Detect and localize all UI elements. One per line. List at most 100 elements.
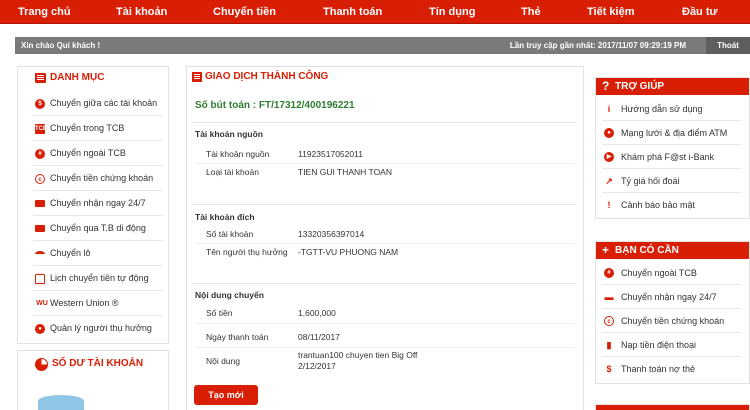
menu-item-beneficiary[interactable]: ● Quản lý người thụ hưởng	[33, 316, 163, 341]
transaction-result-panel: GIAO DỊCH THÀNH CÔNG Số bút toán : FT/17…	[186, 66, 584, 410]
stock-icon: c	[604, 316, 614, 326]
help-label: TRỢ GIÚP	[615, 81, 665, 92]
menu-item-label: Chuyển lô	[50, 248, 91, 258]
menu-item-label: Chuyển ngoài TCB	[50, 148, 126, 158]
help-title: ? TRỢ GIÚP	[596, 78, 749, 95]
question-icon: ?	[602, 79, 610, 93]
info-icon: i	[607, 104, 611, 114]
pie-chart-icon	[35, 358, 48, 371]
nav-invest[interactable]: Đầu tư	[682, 0, 717, 24]
menu-item-label: Quản lý người thụ hưởng	[50, 323, 152, 333]
beneficiary-name-label: Tên người thụ hưởng	[206, 247, 288, 257]
source-heading: Tài khoản nguồn	[195, 129, 263, 139]
help-item-label: Hướng dẫn sử dụng	[621, 104, 703, 114]
fast-transfer-icon	[35, 200, 45, 207]
nav-home[interactable]: Trang chủ	[18, 0, 71, 24]
source-account-label: Tài khoản nguồn	[206, 149, 270, 159]
top-nav: Trang chủ Tài khoản Chuyển tiền Thanh to…	[0, 0, 750, 24]
menu-item-western-union[interactable]: WU Western Union ®	[33, 291, 163, 316]
need-item-instant-247[interactable]: ▬ Chuyển nhận ngay 24/7	[602, 285, 741, 309]
menu-item-label: Chuyển tiền chứng khoán	[50, 173, 154, 183]
balance-panel: SỐ DƯ TÀI KHOẢN	[17, 350, 169, 410]
trend-icon: ↗	[605, 176, 613, 186]
category-menu-title: DANH MỤC	[18, 67, 168, 89]
menu-item-label: Western Union ®	[50, 298, 119, 308]
menu-item-label: Chuyển nhận ngay 24/7	[50, 198, 146, 208]
need-item-label: Chuyển ngoài TCB	[621, 268, 697, 278]
plus-icon: +	[602, 243, 610, 257]
need-title: + BẠN CÓ CẦN	[596, 242, 749, 259]
menu-item-securities[interactable]: c Chuyển tiền chứng khoán	[33, 166, 163, 191]
schedule-icon	[35, 274, 45, 284]
account-type-value: TIEN GUI THANH TOAN	[298, 167, 392, 177]
stock-icon: c	[35, 174, 45, 184]
menu-item-label: Chuyển giữa các tài khoản	[50, 98, 158, 108]
dollar-icon: $	[35, 99, 45, 109]
menu-item-label: Chuyển trong TCB	[50, 123, 125, 133]
account-type-label: Loại tài khoản	[206, 167, 259, 177]
nav-cards[interactable]: Thẻ	[521, 0, 541, 24]
divider	[195, 243, 575, 244]
need-item-securities[interactable]: c Chuyển tiền chứng khoán	[602, 309, 741, 333]
western-union-icon: WU	[36, 300, 48, 307]
right-panel-partial	[595, 404, 750, 410]
logout-button[interactable]: Thoát	[706, 37, 750, 54]
last-access-text: Lần truy cập gần nhất: 2017/11/07 09:29:…	[509, 41, 686, 50]
help-item-atm[interactable]: ● Mạng lưới & địa điểm ATM	[602, 121, 741, 145]
help-item-security[interactable]: ! Cảnh báo bảo mật	[602, 193, 741, 217]
payment-date-label: Ngày thanh toán	[206, 332, 269, 342]
dest-account-label: Số tài khoản	[206, 229, 254, 239]
nav-transfer[interactable]: Chuyển tiền	[213, 0, 276, 24]
amount-value: 1,600,000	[298, 308, 336, 318]
location-pin-icon: ●	[604, 128, 614, 138]
help-item-label: Cảnh báo bảo mật	[621, 200, 696, 210]
card-icon: $	[606, 364, 612, 374]
menu-item-between-accounts[interactable]: $ Chuyển giữa các tài khoản	[33, 91, 163, 116]
coin-stack-graphic	[38, 395, 84, 410]
alert-icon: !	[607, 200, 611, 210]
divider	[192, 283, 576, 284]
menu-item-within-tcb[interactable]: TCB Chuyển trong TCB	[33, 116, 163, 141]
phone-icon: ▮	[606, 340, 612, 350]
amount-label: Số tiền	[206, 308, 233, 318]
need-item-card-payment[interactable]: $ Thanh toán nợ thẻ	[602, 357, 741, 381]
menu-item-outside-tcb[interactable]: # Chuyển ngoài TCB	[33, 141, 163, 166]
nav-payment[interactable]: Thanh toán	[323, 0, 382, 24]
destination-heading: Tài khoản đích	[195, 212, 255, 222]
need-item-phone-topup[interactable]: ▮ Nạp tiền điện thoại	[602, 333, 741, 357]
divider	[195, 347, 575, 348]
tcb-icon: TCB	[35, 124, 48, 134]
category-menu: DANH MỤC $ Chuyển giữa các tài khoản TCB…	[17, 66, 169, 344]
new-transaction-button[interactable]: Tạo mới	[194, 385, 258, 405]
menu-item-label: Chuyển qua T.B di động	[50, 223, 146, 233]
you-may-need-panel: + BẠN CÓ CẦN # Chuyển ngoài TCB ▬ Chuyển…	[595, 241, 750, 384]
nav-savings[interactable]: Tiết kiệm	[587, 0, 635, 24]
help-item-label: Khám phá F@st i-Bank	[621, 152, 715, 162]
balance-label: SỐ DƯ TÀI KHOẢN	[52, 358, 144, 369]
menu-item-label: Lịch chuyển tiền tự động	[50, 273, 149, 283]
help-item-guide[interactable]: i Hướng dẫn sử dụng	[602, 97, 741, 121]
help-item-explore[interactable]: ▶ Khám phá F@st i-Bank	[602, 145, 741, 169]
description-line-2: 2/12/2017	[298, 361, 336, 371]
play-icon: ▶	[604, 152, 614, 162]
divider	[192, 204, 576, 205]
need-item-label: Chuyển nhận ngay 24/7	[621, 292, 717, 302]
reference-number: Số bút toán : FT/17312/400196221	[195, 100, 355, 111]
nav-credit[interactable]: Tín dụng	[429, 0, 475, 24]
menu-item-instant-247[interactable]: Chuyển nhận ngay 24/7	[33, 191, 163, 216]
need-item-label: Thanh toán nợ thẻ	[621, 364, 695, 374]
balance-title: SỐ DƯ TÀI KHOẢN	[18, 351, 168, 377]
divider	[195, 163, 575, 164]
greeting-text: Xin chào Quí khách !	[21, 41, 101, 50]
beneficiary-name-value: -TGTT-VU PHUONG NAM	[298, 247, 399, 257]
menu-item-schedule[interactable]: Lịch chuyển tiền tự động	[33, 266, 163, 291]
help-item-exchange-rate[interactable]: ↗ Tỷ giá hối đoái	[602, 169, 741, 193]
beneficiary-icon: ●	[35, 324, 45, 334]
need-item-outside-tcb[interactable]: # Chuyển ngoài TCB	[602, 261, 741, 285]
menu-item-mobile[interactable]: Chuyển qua T.B di động	[33, 216, 163, 241]
fast-transfer-icon: ▬	[604, 292, 614, 302]
nav-accounts[interactable]: Tài khoản	[116, 0, 167, 24]
need-item-label: Nạp tiền điện thoại	[621, 340, 697, 350]
menu-item-batch[interactable]: Chuyển lô	[33, 241, 163, 266]
payment-date-value: 08/11/2017	[298, 332, 340, 342]
